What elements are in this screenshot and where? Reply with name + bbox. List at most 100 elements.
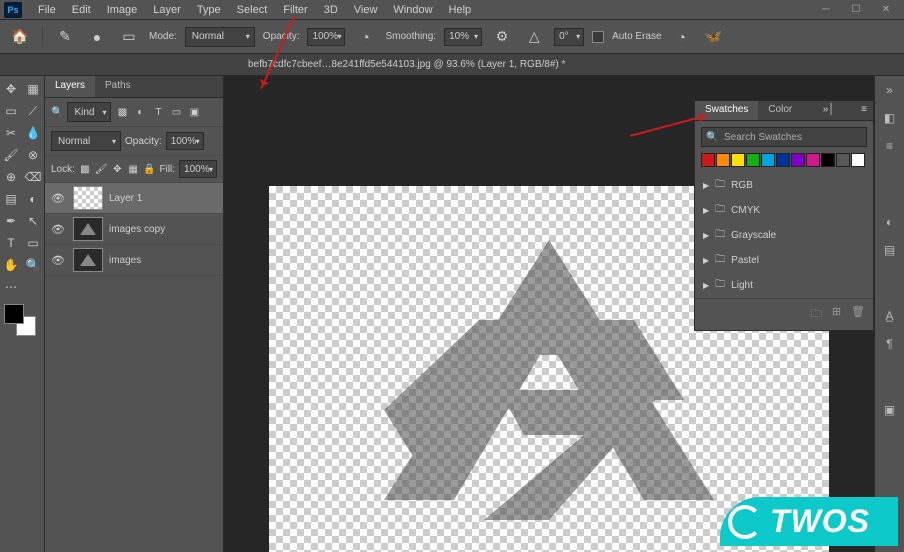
menu-edit[interactable]: Edit [64,2,99,18]
filter-shape-icon[interactable]: ▭ [169,105,183,119]
document-tab[interactable]: befb7cdfc7cbeef…8e241ffd5e544103.jpg @ 9… [240,59,573,70]
visibility-toggle[interactable]: 👁 [49,220,67,238]
autoerase-checkbox[interactable] [592,31,604,43]
collapse-dock-icon[interactable]: » [880,80,900,100]
heal-tool[interactable]: ⊗ [22,144,44,166]
window-minimize-button[interactable]: ─ [812,2,840,18]
paragraph-panel-icon[interactable]: ¶ [880,334,900,354]
lock-artboard-icon[interactable]: ▦ [127,162,139,176]
lock-paint-icon[interactable]: 🖌 [95,162,108,176]
gradient-tool[interactable]: ▤ [0,188,22,210]
crop-tool[interactable]: ✂ [0,122,22,144]
zoom-tool[interactable]: 🔍 [22,254,44,276]
swatch-folder[interactable]: ▶🗀Light [695,273,873,298]
filter-adjust-icon[interactable]: ◐ [133,105,147,119]
lock-position-icon[interactable]: ✥ [111,162,123,176]
blend-mode-dropdown[interactable]: Normal [51,131,121,151]
swatch-cell[interactable] [701,153,715,167]
swatch-search-input[interactable]: Search Swatches [701,127,867,147]
lasso-tool[interactable]: ⟋ [22,100,44,122]
filter-text-icon[interactable]: T [151,105,165,119]
menu-window[interactable]: Window [385,2,440,18]
history-panel-icon[interactable]: ≡ [880,136,900,156]
artboard-tool[interactable]: ▦ [22,78,44,100]
menu-image[interactable]: Image [99,2,146,18]
layer-row[interactable]: 👁 images copy [45,214,223,245]
hand-tool[interactable]: ✋ [0,254,22,276]
edit-toolbar[interactable]: ⋯ [0,276,22,298]
libraries-panel-icon[interactable]: ▤ [880,240,900,260]
eraser-tool[interactable]: ⌫ [22,166,44,188]
menu-file[interactable]: File [30,2,64,18]
swatch-cell[interactable] [821,153,835,167]
character-panel-icon[interactable]: A̲ [880,306,900,326]
window-close-button[interactable]: ✕ [872,2,900,18]
eyedropper-tool[interactable]: 💧 [22,122,44,144]
layer-row[interactable]: 👁 Layer 1 [45,183,223,214]
pencil-tool-icon[interactable]: ✎ [53,25,77,49]
brush-tool[interactable]: 🖌 [0,144,22,166]
layer-opacity-input[interactable]: 100% [166,132,204,150]
menu-view[interactable]: View [346,2,386,18]
layer-name[interactable]: images [109,255,141,266]
move-tool[interactable]: ✥ [0,78,22,100]
stamp-tool[interactable]: ⊕ [0,166,22,188]
color-swatch[interactable] [4,304,36,336]
menu-select[interactable]: Select [229,2,276,18]
marquee-tool[interactable]: ▭ [0,100,22,122]
layer-name[interactable]: Layer 1 [109,193,142,204]
tab-layers[interactable]: Layers [45,76,95,97]
layer-thumbnail[interactable] [73,186,103,210]
mode-dropdown[interactable]: Normal [185,27,255,47]
pen-tool[interactable]: ✒ [0,210,22,232]
menu-3d[interactable]: 3D [316,2,346,18]
adjustments-panel-icon[interactable]: ◐ [880,212,900,232]
swatch-cell[interactable] [761,153,775,167]
menu-help[interactable]: Help [441,2,480,18]
tab-color[interactable]: Color [758,101,802,120]
properties-panel-icon[interactable]: ▣ [880,400,900,420]
menu-layer[interactable]: Layer [145,2,189,18]
lock-pixels-icon[interactable]: ▩ [79,162,91,176]
swatch-cell[interactable] [716,153,730,167]
swatch-new-icon[interactable]: ⊞ [832,305,841,324]
visibility-toggle[interactable]: 👁 [49,189,67,207]
shape-tool[interactable]: ▭ [22,232,44,254]
brush-panel-icon[interactable]: ▭ [117,25,141,49]
opacity-input[interactable]: 100% [307,28,345,46]
dodge-tool[interactable]: ◐ [22,188,44,210]
brush-preset-icon[interactable]: ● [85,25,109,49]
swatch-cell[interactable] [731,153,745,167]
swatch-folder[interactable]: ▶🗀RGB [695,173,873,198]
filter-kind-dropdown[interactable]: Kind [67,102,111,122]
swatch-cell[interactable] [851,153,865,167]
foreground-color[interactable] [4,304,24,324]
visibility-toggle[interactable]: 👁 [49,251,67,269]
swatch-delete-icon[interactable]: 🗑 [851,305,865,324]
swatch-cell[interactable] [776,153,790,167]
filter-icon[interactable]: 🔍 [51,107,63,118]
color-panel-icon[interactable]: ◧ [880,108,900,128]
layer-name[interactable]: images copy [109,224,165,235]
window-maximize-button[interactable]: ☐ [842,2,870,18]
layer-thumbnail[interactable] [73,217,103,241]
swatch-cell[interactable] [806,153,820,167]
swatch-folder[interactable]: ▶🗀Grayscale [695,223,873,248]
pressure-opacity-icon[interactable]: ◔ [353,25,377,49]
layer-row[interactable]: 👁 images [45,245,223,276]
path-tool[interactable]: ↖ [22,210,44,232]
tab-paths[interactable]: Paths [95,76,141,97]
layer-thumbnail[interactable] [73,248,103,272]
symmetry-icon[interactable]: 🦋 [702,25,726,49]
swatch-cell[interactable] [746,153,760,167]
fill-input[interactable]: 100% [179,160,217,178]
filter-pixel-icon[interactable]: ▩ [115,105,129,119]
lock-all-icon[interactable]: 🔒 [143,162,155,176]
swatch-folder[interactable]: ▶🗀CMYK [695,198,873,223]
pressure-size-icon[interactable]: ◔ [670,25,694,49]
panel-collapse-icon[interactable]: »│ [817,101,841,120]
menu-type[interactable]: Type [189,2,229,18]
angle-input[interactable]: 0° [554,28,584,46]
swatch-cell[interactable] [836,153,850,167]
home-icon[interactable]: 🏠 [8,25,32,49]
